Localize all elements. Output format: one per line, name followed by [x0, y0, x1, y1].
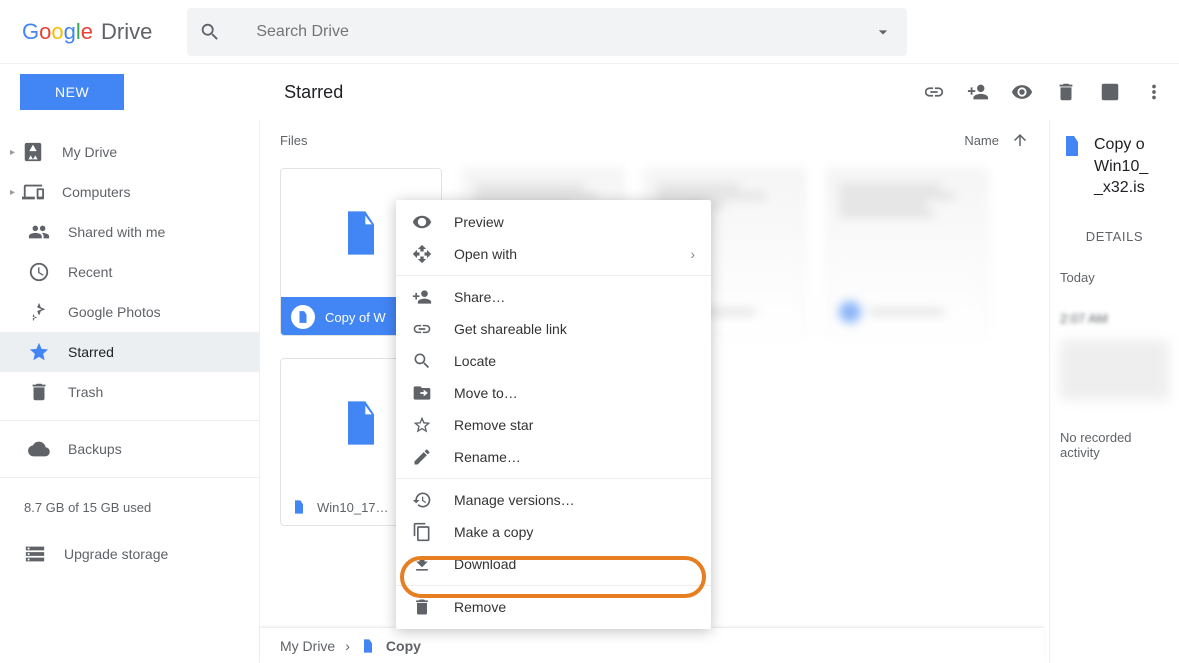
breadcrumb-root[interactable]: My Drive — [280, 638, 335, 654]
sidebar-item-label: Trash — [68, 384, 103, 400]
details-tab[interactable]: DETAILS — [1060, 229, 1169, 244]
toolbar: NEW Starred — [0, 64, 1179, 120]
sidebar-item-label: Backups — [68, 441, 122, 457]
sidebar-item-label: Computers — [62, 184, 130, 200]
link-icon[interactable] — [923, 81, 945, 103]
menu-open-with[interactable]: Open with› — [396, 238, 711, 270]
add-person-icon[interactable] — [967, 81, 989, 103]
sidebar-item-label: Shared with me — [68, 224, 165, 240]
upgrade-storage[interactable]: Upgrade storage — [0, 529, 259, 579]
file-name: Win10_17… — [317, 500, 389, 515]
menu-remove[interactable]: Remove — [396, 591, 711, 623]
add-to-drive-icon[interactable] — [1099, 81, 1121, 103]
storage-usage: 8.7 GB of 15 GB used — [0, 486, 259, 529]
details-filename: Copy o Win10_ _x32.is — [1094, 134, 1148, 199]
sidebar-item-trash[interactable]: Trash — [0, 372, 259, 412]
sort-control[interactable]: Name — [964, 131, 1029, 149]
google-drive-logo[interactable]: Google Drive — [22, 19, 152, 45]
menu-locate[interactable]: Locate — [396, 345, 711, 377]
sidebar-item-label: Starred — [68, 344, 114, 360]
menu-preview[interactable]: Preview — [396, 206, 711, 238]
menu-get-link[interactable]: Get shareable link — [396, 313, 711, 345]
menu-download[interactable]: Download — [396, 548, 711, 580]
sidebar: ▸My Drive ▸Computers Shared with me Rece… — [0, 120, 260, 663]
file-name: Copy of W — [325, 310, 386, 325]
sidebar-item-label: Google Photos — [68, 304, 161, 320]
search-dropdown-icon[interactable] — [871, 22, 895, 42]
file-icon — [1060, 134, 1084, 158]
upgrade-label: Upgrade storage — [64, 546, 168, 562]
search-box[interactable] — [187, 8, 907, 56]
trash-icon[interactable] — [1055, 81, 1077, 103]
details-panel: Copy o Win10_ _x32.is DETAILS Today 2:07… — [1049, 120, 1179, 663]
sidebar-item-label: Recent — [68, 264, 112, 280]
files-heading: Files — [280, 133, 307, 148]
header: Google Drive — [0, 0, 1179, 64]
file-card-placeholder — [826, 168, 988, 336]
sidebar-item-my-drive[interactable]: ▸My Drive — [0, 132, 259, 172]
file-icon — [360, 638, 376, 654]
sidebar-item-photos[interactable]: Google Photos — [0, 292, 259, 332]
menu-share[interactable]: Share… — [396, 281, 711, 313]
arrow-up-icon — [1011, 131, 1029, 149]
more-icon[interactable] — [1143, 81, 1165, 103]
page-title: Starred — [284, 82, 343, 103]
details-no-activity: No recorded activity — [1060, 430, 1169, 460]
sidebar-item-shared[interactable]: Shared with me — [0, 212, 259, 252]
chevron-right-icon: › — [345, 638, 350, 654]
sidebar-item-recent[interactable]: Recent — [0, 252, 259, 292]
details-time: 2:07 AM — [1060, 311, 1169, 326]
context-menu: Preview Open with› Share… Get shareable … — [396, 200, 711, 629]
sidebar-item-computers[interactable]: ▸Computers — [0, 172, 259, 212]
details-today: Today — [1060, 270, 1169, 285]
menu-rename[interactable]: Rename… — [396, 441, 711, 473]
details-activity-blur — [1060, 340, 1169, 400]
breadcrumb[interactable]: My Drive › Copy — [260, 627, 1044, 663]
search-icon — [199, 21, 221, 43]
sidebar-item-label: My Drive — [62, 144, 117, 160]
menu-make-copy[interactable]: Make a copy — [396, 516, 711, 548]
sidebar-item-starred[interactable]: Starred — [0, 332, 259, 372]
menu-manage-versions[interactable]: Manage versions… — [396, 484, 711, 516]
search-input[interactable] — [256, 23, 871, 41]
menu-move-to[interactable]: Move to… — [396, 377, 711, 409]
new-button[interactable]: NEW — [20, 74, 124, 110]
sort-label: Name — [964, 133, 999, 148]
eye-icon[interactable] — [1011, 81, 1033, 103]
menu-remove-star[interactable]: Remove star — [396, 409, 711, 441]
sidebar-item-backups[interactable]: Backups — [0, 429, 259, 469]
breadcrumb-current: Copy — [386, 638, 421, 654]
